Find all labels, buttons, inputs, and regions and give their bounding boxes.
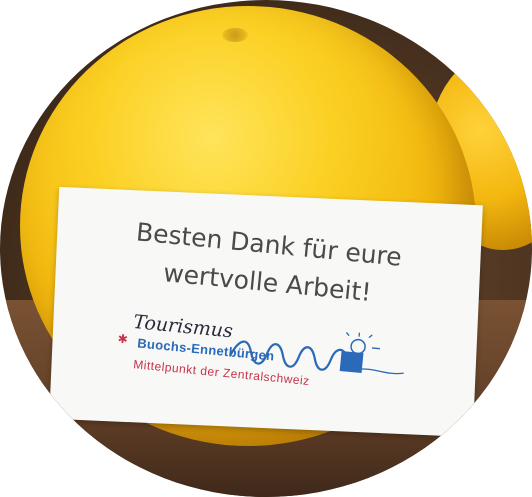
orange-stem-spot	[222, 28, 248, 42]
crest-icon: ✱	[117, 331, 129, 347]
tourism-logo: ✱ Tourismus Buochs-Ennetbürgen Mittelpun…	[116, 310, 423, 428]
photo: Besten Dank für eure wertvolle Arbeit! ✱…	[0, 0, 532, 497]
thank-you-card: Besten Dank für eure wertvolle Arbeit! ✱…	[49, 186, 483, 438]
